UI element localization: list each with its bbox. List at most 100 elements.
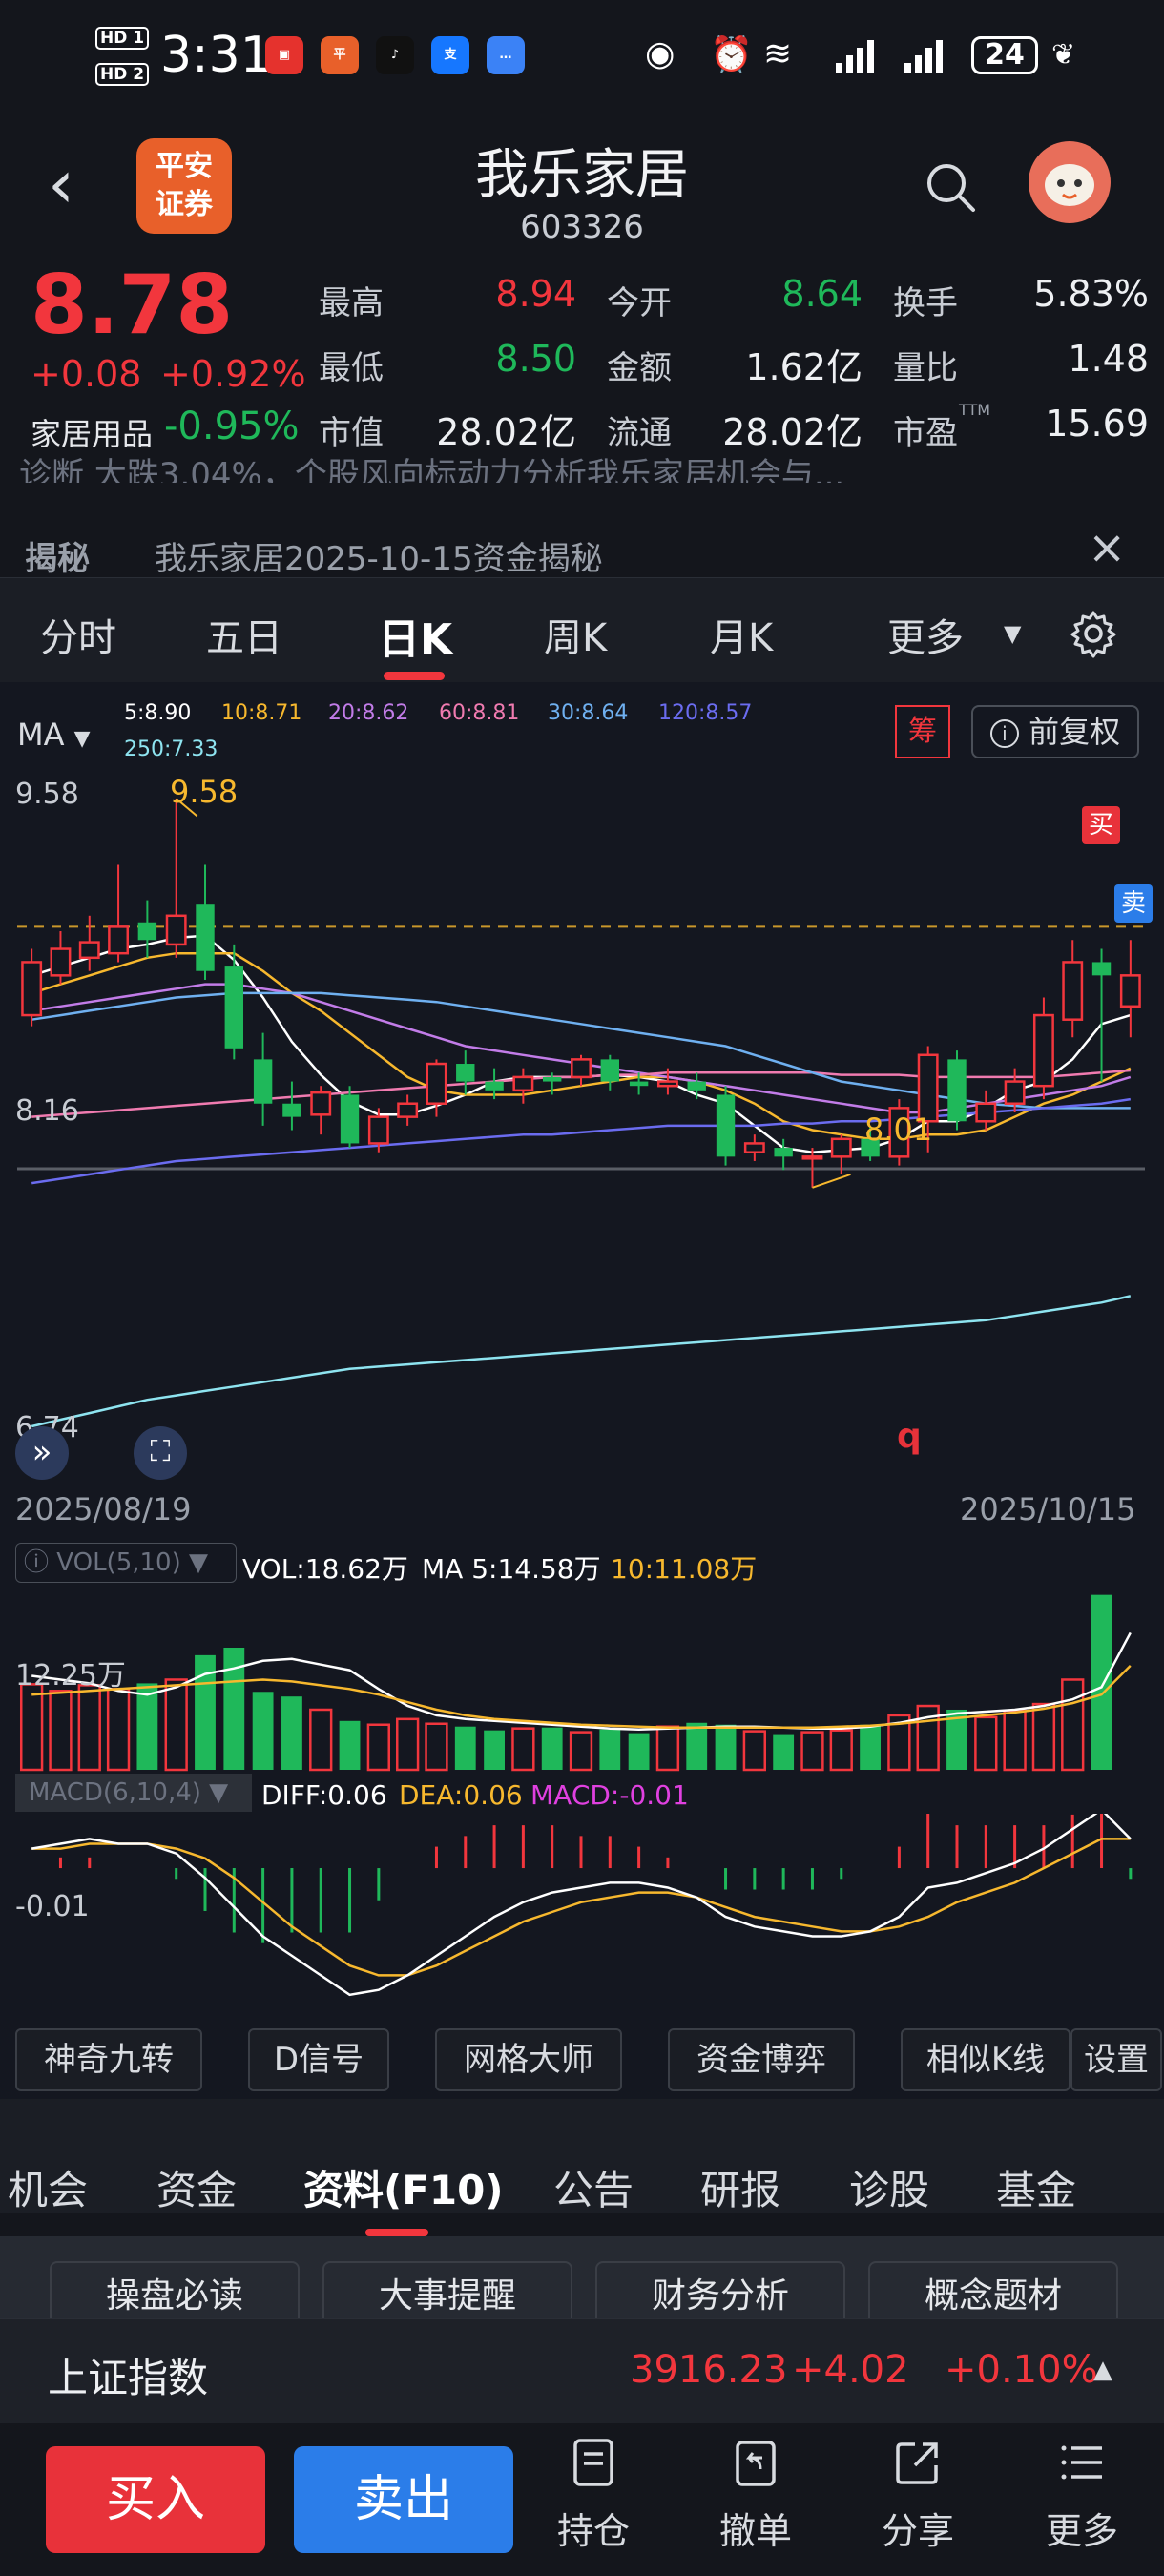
buy-signal-tag[interactable]: 买: [1082, 806, 1120, 844]
notice-text[interactable]: 我乐家居2025-10-15资金揭秘: [155, 532, 603, 579]
low-pointer: [812, 1173, 851, 1189]
volume-bar: [655, 1725, 680, 1772]
candle-body: [108, 925, 130, 955]
macd-selector[interactable]: MACD(6,10,4) ▼: [15, 1774, 252, 1812]
chip-distribution-button[interactable]: 筹: [895, 705, 950, 758]
volume-bar: [541, 1727, 563, 1770]
tab-f10[interactable]: 资料(F10): [303, 2158, 504, 2216]
sell-button[interactable]: 卖出: [294, 2446, 513, 2553]
avatar[interactable]: [1029, 141, 1111, 223]
ma-selector[interactable]: MA ▼: [17, 717, 91, 753]
f10-sub-button[interactable]: 操盘必读: [50, 2261, 300, 2322]
candle-body: [830, 1137, 852, 1158]
candle-body: [801, 1155, 823, 1160]
vol-value: VOL:18.62万: [242, 1553, 408, 1585]
price-change: +0.08: [31, 353, 142, 395]
stock-name: 我乐家居: [475, 144, 689, 206]
candle-body: [426, 1062, 447, 1105]
tab-diagnose[interactable]: 诊股: [849, 2158, 929, 2216]
macd-svg[interactable]: [0, 1814, 1164, 2014]
tab-daily-k[interactable]: 日K: [378, 605, 452, 666]
tab-monthly-k[interactable]: 月K: [710, 607, 773, 662]
tool-button[interactable]: 网格大师: [435, 2028, 622, 2091]
f10-sub-button[interactable]: 财务分析: [595, 2261, 845, 2322]
volume-bar: [715, 1724, 737, 1770]
hd1-badge: HD 1: [95, 27, 150, 50]
quote-label: 换手: [893, 284, 958, 322]
tool-button[interactable]: 资金博弈: [668, 2028, 855, 2091]
active-tab-indicator: [365, 2229, 428, 2236]
adjust-mode-button[interactable]: i 前复权: [971, 705, 1139, 758]
info-icon: ⓘ: [24, 1548, 50, 1577]
ma-label: 5:8.90: [124, 701, 192, 725]
close-icon[interactable]: ×: [1088, 521, 1126, 574]
volume-selector[interactable]: ⓘ VOL(5,10) ▼: [15, 1543, 237, 1583]
f10-sub-button[interactable]: 大事提醒: [322, 2261, 572, 2322]
undo-icon: [736, 2441, 776, 2486]
search-icon[interactable]: [924, 160, 977, 214]
tool-button[interactable]: 相似K线: [901, 2028, 1070, 2091]
date-start: 2025/08/19: [15, 1491, 192, 1527]
nav-holdings[interactable]: 持仓: [536, 2437, 651, 2554]
candle-body: [1032, 1013, 1054, 1088]
q-marker: q: [897, 1417, 922, 1456]
candle-body: [1091, 962, 1112, 976]
alarm-icon: ⏰: [710, 35, 753, 74]
volume-bar: [628, 1733, 650, 1770]
fullscreen-icon[interactable]: ⛶: [134, 1426, 187, 1480]
buy-button[interactable]: 买入: [46, 2446, 265, 2553]
tool-button[interactable]: 神奇九转: [15, 2028, 202, 2091]
vol-ma10: 10:11.08万: [611, 1553, 758, 1585]
index-bar[interactable]: 上证指数 3916.23 +4.02 +0.10% ▲: [0, 2318, 1164, 2423]
message-icon: …: [487, 36, 525, 74]
volume-bar: [252, 1692, 274, 1770]
candle-body: [485, 1081, 504, 1091]
pingan-app-icon: 平: [321, 36, 359, 74]
gear-icon[interactable]: [1069, 609, 1118, 658]
quote-label: 最高: [319, 284, 384, 322]
notice-tag: 揭秘: [25, 540, 90, 578]
candle-body: [340, 1094, 360, 1144]
vol-ma5: MA 5:14.58万: [422, 1553, 601, 1585]
news-ticker[interactable]: 诊断 大跌3.04%，个股风向标动力分析我乐家居机会与...: [19, 448, 1069, 483]
index-change-pct: +0.10%: [945, 2348, 1098, 2392]
tab-more[interactable]: 更多: [887, 607, 964, 662]
tab-opportunity[interactable]: 机会: [8, 2158, 88, 2216]
candle-body: [253, 1059, 273, 1104]
tab-five-day[interactable]: 五日: [206, 607, 282, 662]
chevron-up-icon[interactable]: ▲: [1093, 2356, 1112, 2384]
tab-announcement[interactable]: 公告: [553, 2158, 634, 2216]
volume-header: ⓘ VOL(5,10) ▼ VOL:18.62万 MA 5:14.58万 10:…: [11, 1541, 1156, 1585]
nav-cancel-order[interactable]: 撤单: [698, 2437, 813, 2554]
settings-button[interactable]: 设置: [1070, 2028, 1162, 2091]
quote-label: 今开: [607, 284, 672, 322]
nav-share[interactable]: 分享: [861, 2437, 975, 2554]
sell-signal-tag[interactable]: 卖: [1114, 884, 1153, 923]
ma-label: 20:8.62: [328, 701, 409, 725]
volume-bar: [1061, 1678, 1085, 1772]
candle-body: [310, 1091, 332, 1116]
tab-intraday[interactable]: 分时: [40, 607, 116, 662]
chevron-down-icon: ▼: [1004, 620, 1022, 647]
quote-value: 28.02亿: [722, 411, 863, 453]
tab-research[interactable]: 研报: [700, 2158, 780, 2216]
volume-bar: [860, 1724, 881, 1770]
tab-fund[interactable]: 基金: [996, 2158, 1076, 2216]
f10-sub-button[interactable]: 概念题材: [868, 2261, 1118, 2322]
volume-bar: [1091, 1594, 1112, 1770]
quote-label: 市盈: [893, 414, 958, 452]
expand-left-icon[interactable]: »: [15, 1426, 69, 1480]
notice-row[interactable]: 揭秘 我乐家居2025-10-15资金揭秘 ×: [0, 515, 1164, 582]
nav-more[interactable]: 更多: [1025, 2437, 1139, 2554]
tab-weekly-k[interactable]: 周K: [544, 607, 607, 662]
candle-body: [687, 1081, 706, 1091]
kline-chart-area: MA ▼ 5:8.90 10:8.71 20:8.62 60:8.81 30:8…: [0, 682, 1164, 2113]
tab-capital[interactable]: 资金: [156, 2158, 237, 2216]
volume-bar: [484, 1730, 505, 1770]
volume-svg[interactable]: [0, 1585, 1164, 1772]
ma-label: 60:8.81: [439, 701, 520, 725]
info-tabs: 机会 资金 资料(F10) 公告 研报 诊股 基金: [0, 2099, 1164, 2236]
kline-svg[interactable]: [0, 768, 1164, 1484]
tool-button[interactable]: D信号: [248, 2028, 389, 2091]
quote-value: 8.94: [495, 273, 576, 315]
